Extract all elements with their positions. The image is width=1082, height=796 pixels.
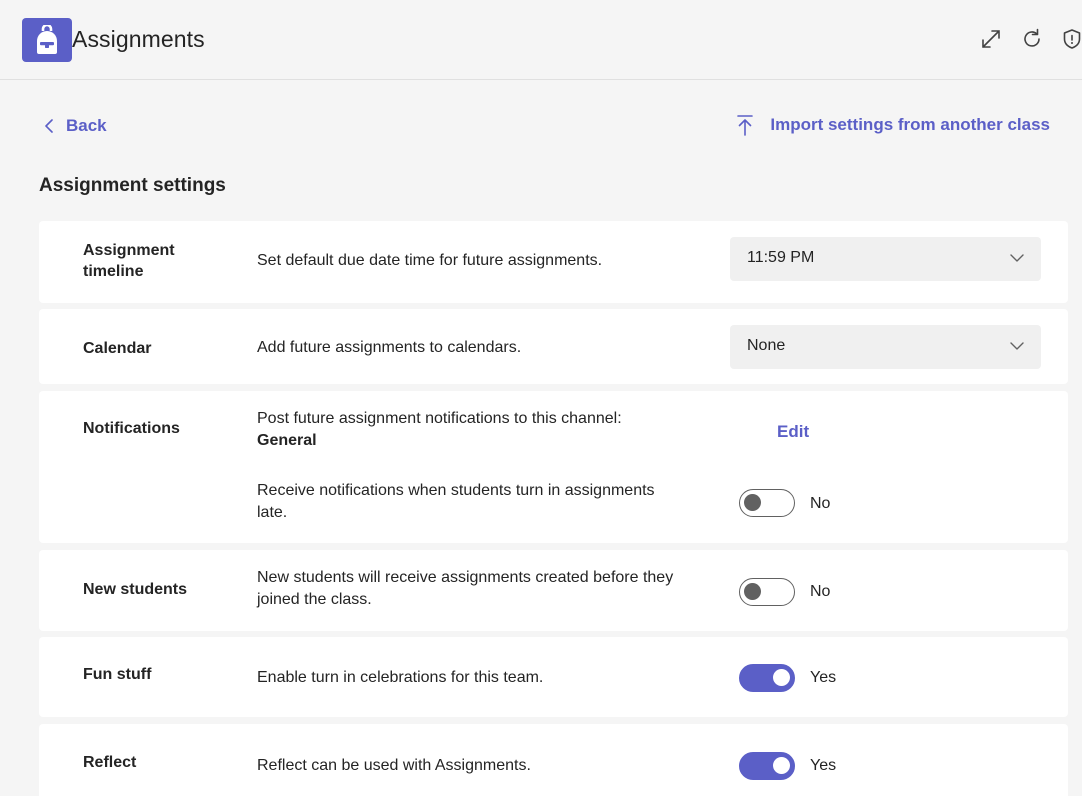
app-header: Assignments <box>0 0 1082 80</box>
import-settings-button[interactable]: Import settings from another class <box>736 111 1050 139</box>
setting-card-new-students: New students New students will receive a… <box>39 550 1068 631</box>
setting-label: Fun stuff <box>83 666 152 683</box>
setting-label: Notifications <box>83 420 180 437</box>
shield-icon[interactable] <box>1060 27 1082 51</box>
upload-icon <box>737 115 754 136</box>
new-students-toggle[interactable] <box>739 578 795 606</box>
channel-name: General <box>257 432 317 449</box>
setting-card-notifications: Notifications Post future assignment not… <box>39 391 1068 543</box>
setting-label: Assignment timeline <box>83 242 175 280</box>
chevron-left-icon <box>45 119 53 133</box>
setting-description: Reflect can be used with Assignments. <box>257 757 531 774</box>
backpack-icon <box>37 25 57 54</box>
setting-label: Reflect <box>83 754 137 771</box>
setting-label: New students <box>83 581 188 598</box>
expand-icon[interactable] <box>979 27 1003 51</box>
due-time-dropdown[interactable]: 11:59 PM <box>730 237 1041 281</box>
toggle-knob <box>773 757 790 774</box>
toggle-state-label: No <box>810 583 831 600</box>
setting-card-fun-stuff: Fun stuff Enable turn in celebrations fo… <box>39 637 1068 717</box>
toggle-knob <box>744 494 761 511</box>
edit-channel-link[interactable]: Edit <box>777 422 809 442</box>
setting-description: Add future assignments to calendars. <box>257 339 522 356</box>
setting-description: Set default due date time for future ass… <box>257 252 603 269</box>
late-notifications-description: Receive notifications when students turn… <box>257 482 655 521</box>
dropdown-value: 11:59 PM <box>747 249 815 266</box>
setting-description: Enable turn in celebrations for this tea… <box>257 669 544 686</box>
setting-card-reflect: Reflect Reflect can be used with Assignm… <box>39 724 1068 796</box>
toggle-knob <box>744 583 761 600</box>
back-label: Back <box>66 116 107 135</box>
reflect-toggle[interactable] <box>739 752 795 780</box>
celebrations-toggle[interactable] <box>739 664 795 692</box>
late-notifications-toggle[interactable] <box>739 489 795 517</box>
setting-description: New students will receive assignments cr… <box>257 569 674 608</box>
setting-card-timeline: Assignment timeline Set default due date… <box>39 221 1068 303</box>
app-title: Assignments <box>72 26 205 52</box>
toggle-knob <box>773 669 790 686</box>
setting-description: Post future assignment notifications to … <box>257 408 717 452</box>
channel-description: Post future assignment notifications to … <box>257 410 622 427</box>
assignments-app-logo <box>22 18 72 62</box>
chevron-down-icon <box>1010 342 1024 350</box>
refresh-icon[interactable] <box>1020 27 1044 51</box>
back-button[interactable]: Back <box>44 114 107 138</box>
toggle-state-label: Yes <box>810 669 837 686</box>
setting-card-calendar: Calendar Add future assignments to calen… <box>39 309 1068 384</box>
toggle-state-label: No <box>810 495 831 512</box>
import-settings-label: Import settings from another class <box>770 115 1050 134</box>
dropdown-value: None <box>747 337 786 354</box>
calendar-dropdown[interactable]: None <box>730 325 1041 369</box>
section-title: Assignment settings <box>39 175 226 196</box>
chevron-down-icon <box>1010 254 1024 262</box>
setting-label: Calendar <box>83 340 152 357</box>
toggle-state-label: Yes <box>810 757 837 774</box>
